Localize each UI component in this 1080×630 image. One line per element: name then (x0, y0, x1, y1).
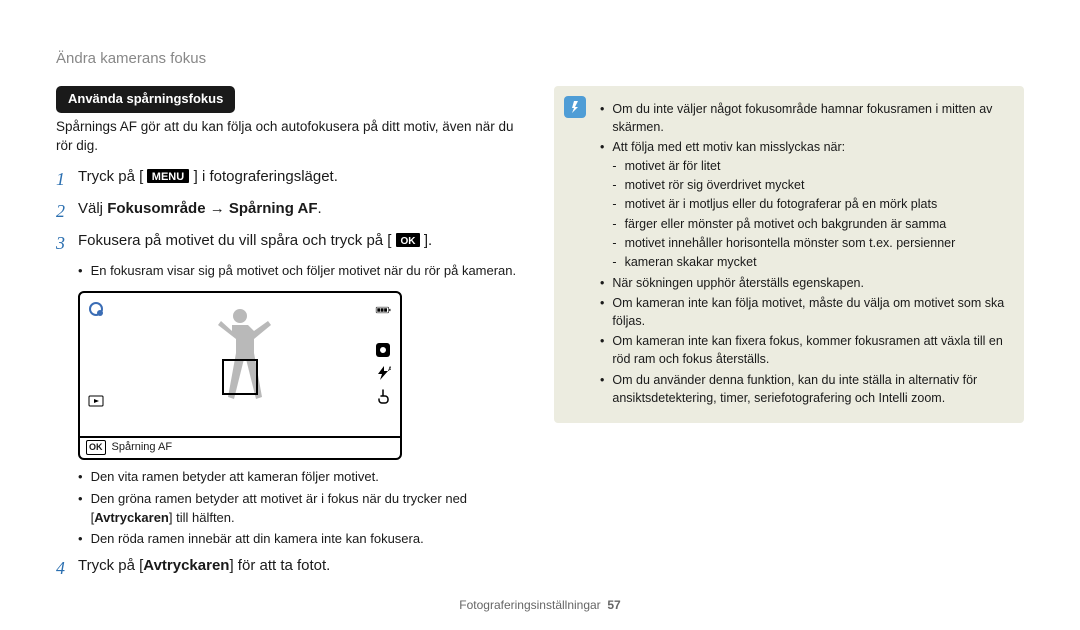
battery-icon (375, 302, 391, 318)
step3-text-b: ]. (424, 232, 432, 249)
ok-icon: OK (396, 232, 420, 254)
screen-caption-bar: OK Spårning AF (80, 436, 400, 458)
frame-note-green: Den gröna ramen betyder att motivet är i… (78, 490, 526, 528)
step3-text-a: Fokusera på motivet du vill spåra och tr… (78, 232, 391, 249)
camera-screen-illustration: A OK Spårning AF (78, 291, 526, 460)
flash-icon: A (375, 365, 391, 381)
step1-text-b: ] i fotograferingsläget. (194, 168, 338, 185)
step-number: 1 (56, 166, 78, 192)
step-4: 4 Tryck på [Avtryckaren] för att ta foto… (56, 555, 526, 581)
note-subitem: kameran skakar mycket (625, 253, 757, 271)
intro-text: Spårnings AF gör att du kan följa och au… (56, 117, 526, 156)
step4-text-b: ] för att ta fotot. (229, 557, 330, 574)
step-3: 3 Fokusera på motivet du vill spåra och … (56, 230, 526, 256)
note-subitem: motivet är i motljus eller du fotografer… (625, 195, 938, 213)
note-item: Om du inte väljer något fokusområde hamn… (612, 100, 1010, 136)
menu-icon: MENU (147, 168, 189, 190)
step1-text-a: Tryck på [ (78, 168, 143, 185)
step-2: 2 Välj Fokusområde → Spårning AF. (56, 198, 526, 224)
section-pill: Använda spårningsfokus (56, 86, 235, 113)
step2-text-c: . (318, 200, 322, 217)
manual-page: Ändra kamerans fokus Använda spårningsfo… (0, 0, 1080, 630)
mode-icon (88, 301, 104, 317)
svg-text:MENU: MENU (152, 171, 184, 183)
frame-note-white: Den vita ramen betyder att kameran följe… (78, 468, 526, 487)
svg-text:A: A (388, 367, 391, 373)
step-number: 2 (56, 198, 78, 224)
screen-caption-text: Spårning AF (112, 440, 173, 456)
frame-note-red: Den röda ramen innebär att din kamera in… (78, 530, 526, 549)
note-subitem: motivet rör sig överdrivet mycket (625, 176, 805, 194)
note-subitem: färger eller mönster på motivet och bakg… (625, 215, 947, 233)
left-column: Använda spårningsfokus Spårnings AF gör … (56, 86, 526, 588)
breadcrumb: Ändra kamerans fokus (56, 48, 1024, 70)
touch-icon (375, 388, 391, 404)
svg-text:OK: OK (400, 236, 416, 247)
mode-badge-icon (375, 342, 391, 358)
page-number: 57 (607, 598, 620, 612)
note-item: Om du använder denna funktion, kan du in… (612, 371, 1010, 407)
note-item: Att följa med ett motiv kan misslyckas n… (612, 140, 845, 154)
right-column: Om du inte väljer något fokusområde hamn… (554, 86, 1024, 588)
footer-section: Fotograferingsinställningar (459, 598, 600, 612)
focus-frame (222, 359, 258, 395)
step3-subnote: En fokusram visar sig på motivet och föl… (78, 262, 526, 281)
step4-text-a: Tryck på [ (78, 557, 143, 574)
step-1: 1 Tryck på [ MENU ] i fotograferingsläge… (56, 166, 526, 192)
playback-icon (88, 393, 104, 409)
step-number: 4 (56, 555, 78, 581)
note-item: När sökningen upphör återställs egenskap… (612, 274, 1010, 292)
note-subitem: motivet innehåller horisontella mönster … (625, 234, 956, 252)
note-item: Om kameran inte kan fixera fokus, kommer… (612, 332, 1010, 368)
ok-badge-icon: OK (86, 440, 106, 455)
step4-bold: Avtryckaren (143, 557, 229, 574)
note-icon (564, 96, 586, 118)
screen-frame: A OK Spårning AF (78, 291, 402, 460)
screen-right-icons: A (370, 297, 396, 454)
step2-bold: Fokusområde → Spårning AF (107, 200, 317, 217)
note-item: Om kameran inte kan följa motivet, måste… (612, 294, 1010, 330)
info-note-box: Om du inte väljer något fokusområde hamn… (554, 86, 1024, 423)
note-subitem: motivet är för litet (625, 157, 721, 175)
screen-left-icons (84, 297, 110, 454)
columns: Använda spårningsfokus Spårnings AF gör … (56, 86, 1024, 588)
step-number: 3 (56, 230, 78, 256)
page-footer: Fotograferingsinställningar 57 (0, 597, 1080, 614)
step2-text-a: Välj (78, 200, 107, 217)
